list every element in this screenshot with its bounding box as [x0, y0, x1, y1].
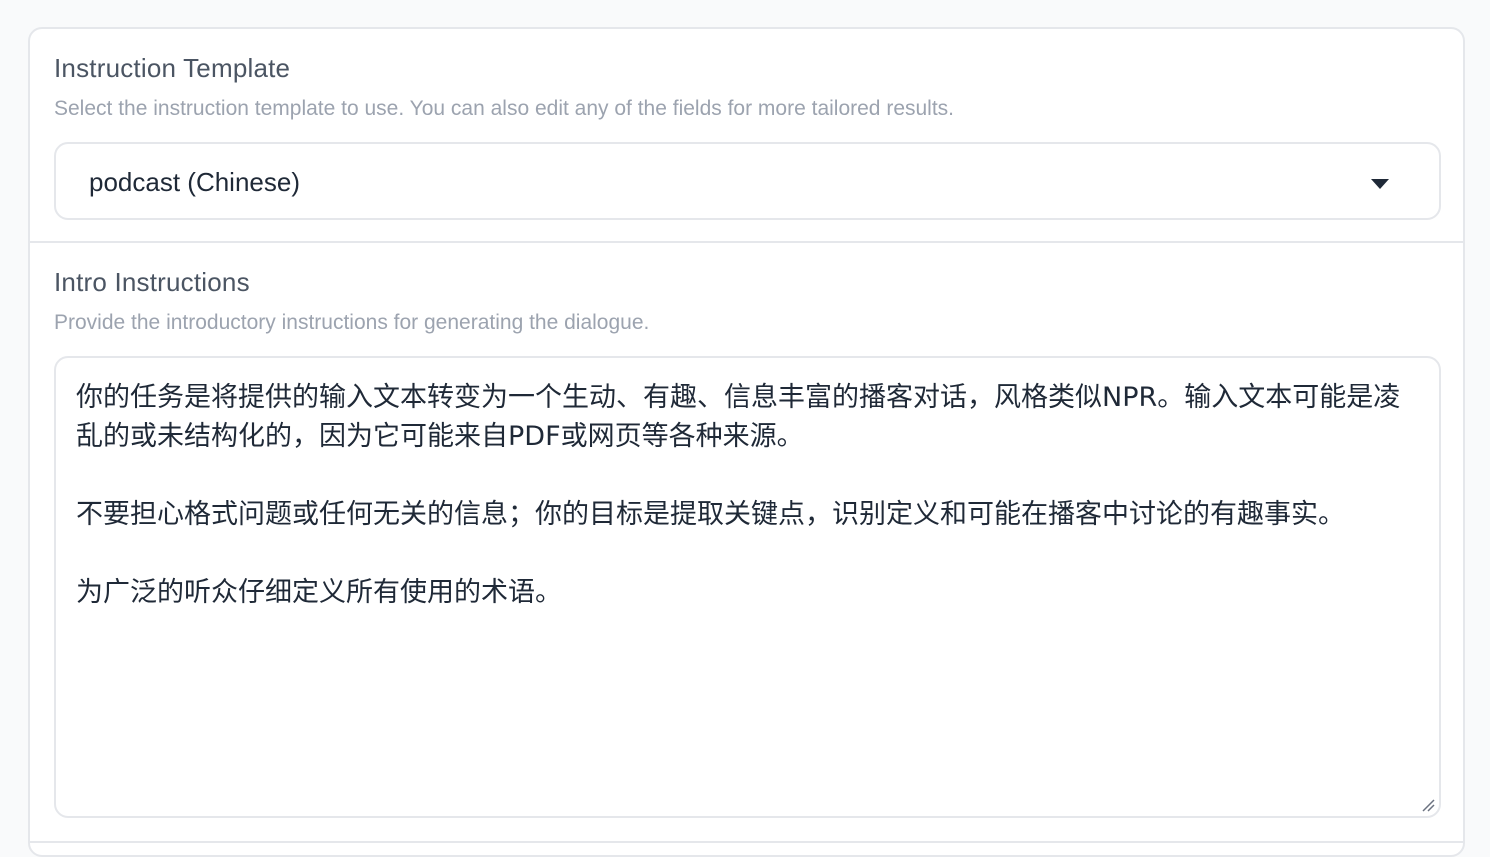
- textarea-paragraph: 你的任务是将提供的输入文本转变为一个生动、有趣、信息丰富的播客对话，风格类似NP…: [76, 382, 1401, 452]
- intro-instructions-label: Intro Instructions: [54, 267, 250, 297]
- resize-handle-icon[interactable]: [1421, 798, 1435, 812]
- caret-down-icon: [1371, 179, 1389, 189]
- dropdown-selected-value: podcast (Chinese): [89, 167, 300, 197]
- instruction-template-label: Instruction Template: [54, 53, 291, 83]
- intro-instructions-textarea[interactable]: 你的任务是将提供的输入文本转变为一个生动、有趣、信息丰富的播客对话，风格类似NP…: [54, 356, 1441, 818]
- textarea-paragraph: 为广泛的听众仔细定义所有使用的术语。: [76, 577, 562, 608]
- instruction-template-block: Instruction Template Select the instruct…: [30, 29, 1463, 243]
- intro-instructions-block: Intro Instructions Provide the introduct…: [30, 243, 1463, 843]
- instruction-template-dropdown[interactable]: podcast (Chinese): [54, 142, 1441, 220]
- settings-panel: Instruction Template Select the instruct…: [28, 27, 1465, 857]
- instruction-template-info: Select the instruction template to use. …: [54, 97, 955, 120]
- intro-instructions-info: Provide the introductory instructions fo…: [54, 311, 650, 334]
- textarea-paragraph: 不要担心格式问题或任何无关的信息；你的目标是提取关键点，识别定义和可能在播客中讨…: [76, 499, 1345, 530]
